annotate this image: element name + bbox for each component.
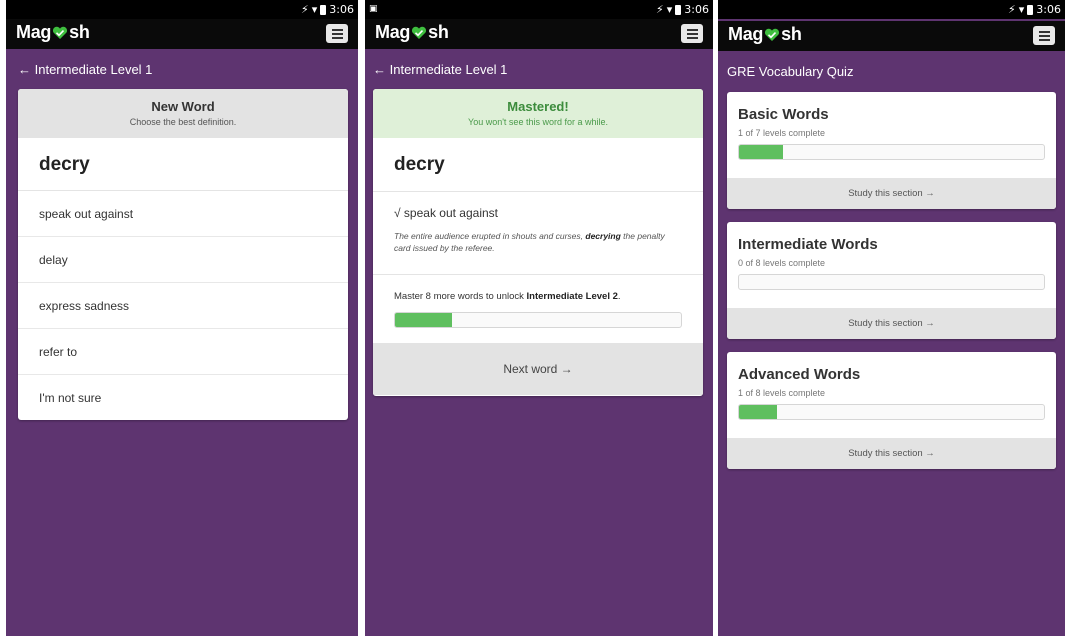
status-indicators: ⚡ ▾ 3:06 xyxy=(301,3,354,16)
hamburger-menu-icon[interactable] xyxy=(326,24,348,43)
card-title: Mastered! xyxy=(507,99,569,114)
screen-quiz-sections: ⚡ ▾ 3:06 Mag sh GRE Vocabulary Quiz Basi… xyxy=(718,0,1065,636)
study-section-button[interactable]: Study this section → xyxy=(727,178,1056,209)
unlock-level: Intermediate Level 2 xyxy=(526,291,618,302)
card-title: New Word xyxy=(151,99,215,114)
check-heart-icon xyxy=(52,26,68,40)
option-4[interactable]: refer to xyxy=(18,329,348,375)
mastered-card: Mastered! You won't see this word for a … xyxy=(373,89,703,396)
option-2[interactable]: delay xyxy=(18,237,348,283)
logo-text-start: Mag xyxy=(16,22,52,42)
vocab-word: decry xyxy=(18,138,348,191)
app-bar: Mag sh xyxy=(718,21,1065,51)
magoosh-logo[interactable]: Mag sh xyxy=(728,24,802,45)
logo-text-start: Mag xyxy=(728,24,764,44)
page-title: GRE Vocabulary Quiz xyxy=(727,64,854,79)
battery-icon xyxy=(320,4,327,15)
logo-text-end: sh xyxy=(69,22,90,42)
card-header: New Word Choose the best definition. xyxy=(18,89,348,138)
section-title: Advanced Words xyxy=(738,366,861,383)
section-progress-bar xyxy=(738,144,1045,160)
hamburger-menu-icon[interactable] xyxy=(681,24,703,43)
section-progress-text: 1 of 8 levels complete xyxy=(738,388,826,398)
wifi-icon: ▾ xyxy=(666,3,673,16)
new-word-card: New Word Choose the best definition. dec… xyxy=(18,89,348,420)
logo-text-end: sh xyxy=(781,24,802,44)
signal-icon: ⚡ xyxy=(301,3,309,16)
study-section-button[interactable]: Study this section → xyxy=(727,308,1056,339)
hamburger-menu-icon[interactable] xyxy=(1033,26,1055,45)
screen-new-word: ⚡ ▾ 3:06 Mag sh ← Intermediate Level 1 N… xyxy=(6,0,358,636)
status-indicators: ⚡ ▾ 3:06 xyxy=(656,3,709,16)
next-word-button[interactable]: Next word → xyxy=(373,343,703,395)
battery-icon xyxy=(1027,4,1034,15)
section-progress-bar xyxy=(738,274,1045,290)
progress-fill xyxy=(739,145,783,159)
card-header: Mastered! You won't see this word for a … xyxy=(373,89,703,138)
option-not-sure[interactable]: I'm not sure xyxy=(18,375,348,420)
example-highlight: decrying xyxy=(585,231,621,241)
screen-mastered: ▣ ⚡ ▾ 3:06 Mag sh ← Intermediate Level 1… xyxy=(365,0,713,636)
status-indicators: ⚡ ▾ 3:06 xyxy=(1008,3,1061,16)
section-intermediate-words: Intermediate Words 0 of 8 levels complet… xyxy=(727,222,1056,339)
back-link[interactable]: ← Intermediate Level 1 xyxy=(18,62,152,77)
option-3[interactable]: express sadness xyxy=(18,283,348,329)
signal-icon: ⚡ xyxy=(1008,3,1016,16)
progress-fill xyxy=(739,405,778,419)
card-subtitle: You won't see this word for a while. xyxy=(468,117,608,127)
section-progress-bar xyxy=(738,404,1045,420)
app-bar: Mag sh xyxy=(6,19,358,49)
example-sentence: The entire audience erupted in shouts an… xyxy=(394,231,665,253)
status-time: 3:06 xyxy=(1036,3,1061,16)
unlock-text: Master 8 more words to unlock Intermedia… xyxy=(394,291,621,302)
card-subtitle: Choose the best definition. xyxy=(129,117,237,127)
unlock-block: Master 8 more words to unlock Intermedia… xyxy=(373,275,703,343)
app-bar: Mag sh xyxy=(365,19,713,49)
logo-text-start: Mag xyxy=(375,22,411,42)
section-advanced-words: Advanced Words 1 of 8 levels complete St… xyxy=(727,352,1056,469)
wifi-icon: ▾ xyxy=(1018,3,1025,16)
section-title: Intermediate Words xyxy=(738,236,878,253)
option-1[interactable]: speak out against xyxy=(18,191,348,237)
study-section-button[interactable]: Study this section → xyxy=(727,438,1056,469)
check-heart-icon xyxy=(764,28,780,42)
progress-fill xyxy=(395,313,453,327)
battery-icon xyxy=(675,4,682,15)
status-bar: ▣ ⚡ ▾ 3:06 xyxy=(365,0,713,19)
section-title: Basic Words xyxy=(738,106,829,123)
correct-answer: √ speak out against xyxy=(394,206,498,220)
logo-text-end: sh xyxy=(428,22,449,42)
back-link[interactable]: ← Intermediate Level 1 xyxy=(373,62,507,77)
section-basic-words: Basic Words 1 of 7 levels complete Study… xyxy=(727,92,1056,209)
status-time: 3:06 xyxy=(684,3,709,16)
answer-block: √ speak out against The entire audience … xyxy=(373,192,703,275)
section-progress-text: 1 of 7 levels complete xyxy=(738,128,826,138)
wifi-icon: ▾ xyxy=(311,3,318,16)
section-progress-text: 0 of 8 levels complete xyxy=(738,258,826,268)
level-progress-bar xyxy=(394,312,682,328)
vocab-word: decry xyxy=(373,138,703,192)
notification-icon: ▣ xyxy=(369,3,378,13)
magoosh-logo[interactable]: Mag sh xyxy=(16,22,90,43)
signal-icon: ⚡ xyxy=(656,3,664,16)
magoosh-logo[interactable]: Mag sh xyxy=(375,22,449,43)
check-heart-icon xyxy=(411,26,427,40)
status-bar: ⚡ ▾ 3:06 xyxy=(718,0,1065,19)
status-bar: ⚡ ▾ 3:06 xyxy=(6,0,358,19)
status-time: 3:06 xyxy=(329,3,354,16)
